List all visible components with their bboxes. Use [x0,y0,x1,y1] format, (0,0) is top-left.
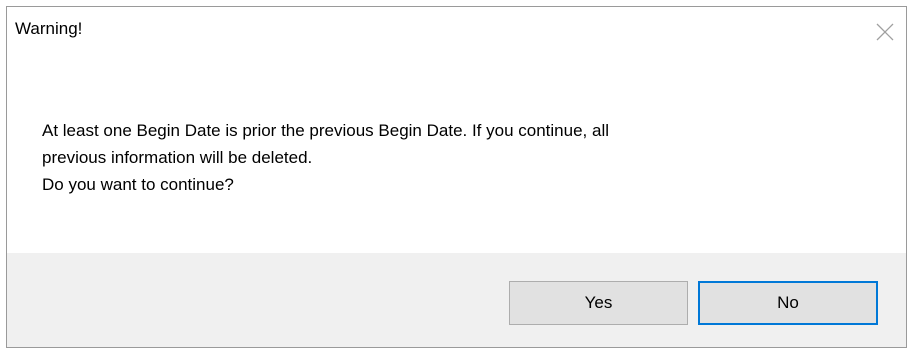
message-line: previous information will be deleted. [42,148,313,167]
no-button[interactable]: No [698,281,878,325]
message-line: At least one Begin Date is prior the pre… [42,121,609,140]
warning-dialog: Warning! At least one Begin Date is prio… [6,6,907,348]
dialog-titlebar: Warning! [7,7,906,63]
dialog-message: At least one Begin Date is prior the pre… [42,117,882,198]
dialog-title: Warning! [15,19,83,38]
message-line: Do you want to continue? [42,175,234,194]
close-icon[interactable] [874,21,896,43]
yes-button[interactable]: Yes [509,281,688,325]
